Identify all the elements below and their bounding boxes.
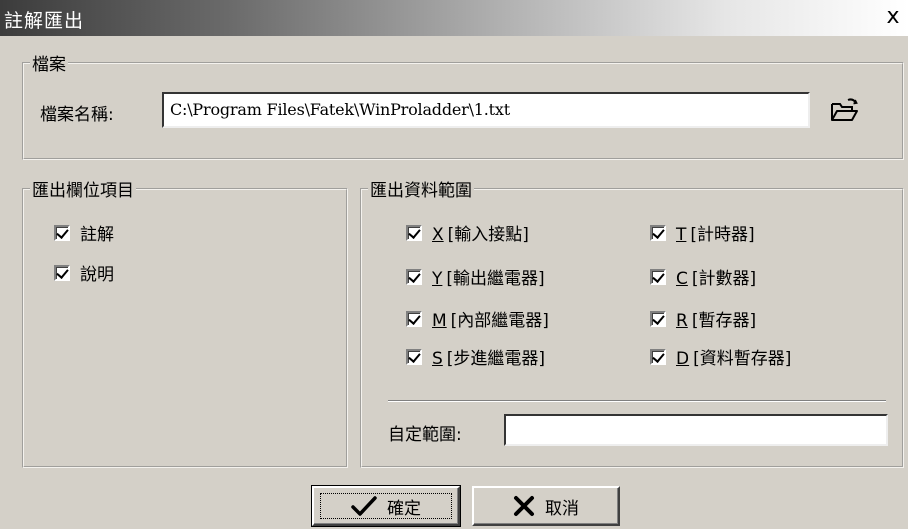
checkbox-box[interactable]: [54, 264, 70, 281]
checkbox-box[interactable]: [406, 310, 422, 327]
checkbox-box[interactable]: [406, 268, 422, 285]
checkbox-c-counter[interactable]: C [計數器]: [650, 264, 756, 289]
x-icon: [514, 496, 534, 516]
checkbox-label: 註解: [80, 225, 114, 245]
custom-range-label: 自定範圍:: [388, 425, 462, 445]
checkbox-r-register[interactable]: R [暫存器]: [650, 306, 756, 331]
export-range-legend: 匯出資料範圍: [368, 176, 474, 201]
checkbox-label: Y [輸出繼電器]: [432, 269, 545, 289]
file-group-legend: 檔案: [30, 50, 68, 75]
checkbox-comment[interactable]: 註解: [54, 220, 114, 245]
checkbox-x-input[interactable]: X [輸入接點]: [406, 220, 529, 245]
ok-button[interactable]: 確定: [311, 485, 461, 527]
checkbox-y-output[interactable]: Y [輸出繼電器]: [406, 264, 545, 289]
checkbox-label: C [計數器]: [676, 269, 757, 289]
checkbox-label: D [資料暫存器]: [676, 349, 792, 369]
checkbox-label: X [輸入接點]: [432, 225, 529, 245]
title-bar: 註解匯出 x: [0, 0, 908, 36]
checkbox-box[interactable]: [406, 348, 422, 365]
cancel-button[interactable]: 取消: [472, 486, 620, 526]
checkbox-box[interactable]: [650, 268, 666, 285]
checkbox-box[interactable]: [406, 224, 422, 241]
focus-rectangle: [320, 493, 452, 519]
checkbox-box[interactable]: [650, 348, 666, 365]
checkbox-t-timer[interactable]: T [計時器]: [650, 220, 755, 245]
checkbox-box[interactable]: [650, 224, 666, 241]
checkbox-box[interactable]: [650, 310, 666, 327]
file-path-input[interactable]: C:\Program Files\Fatek\WinProladder\1.tx…: [162, 92, 810, 128]
range-separator: [388, 400, 886, 402]
checkbox-label: S [步進繼電器]: [432, 349, 546, 369]
checkbox-label: 說明: [80, 265, 114, 285]
close-button[interactable]: x: [880, 2, 906, 32]
export-fields-legend: 匯出欄位項目: [30, 176, 136, 201]
custom-range-input[interactable]: [504, 414, 888, 446]
folder-open-icon: [831, 98, 858, 121]
checkbox-m-internal[interactable]: M [內部繼電器]: [406, 306, 549, 331]
checkbox-label: R [暫存器]: [676, 311, 757, 331]
browse-button[interactable]: [828, 96, 862, 126]
file-name-label: 檔案名稱:: [40, 105, 114, 125]
checkbox-description[interactable]: 說明: [54, 260, 114, 285]
checkbox-box[interactable]: [54, 224, 70, 241]
cancel-button-label: 取消: [545, 498, 579, 519]
checkbox-s-step[interactable]: S [步進繼電器]: [406, 344, 545, 369]
checkbox-label: M [內部繼電器]: [432, 311, 549, 331]
checkbox-d-data-register[interactable]: D [資料暫存器]: [650, 344, 791, 369]
window-title: 註解匯出: [4, 10, 85, 32]
checkbox-label: T [計時器]: [676, 225, 755, 245]
